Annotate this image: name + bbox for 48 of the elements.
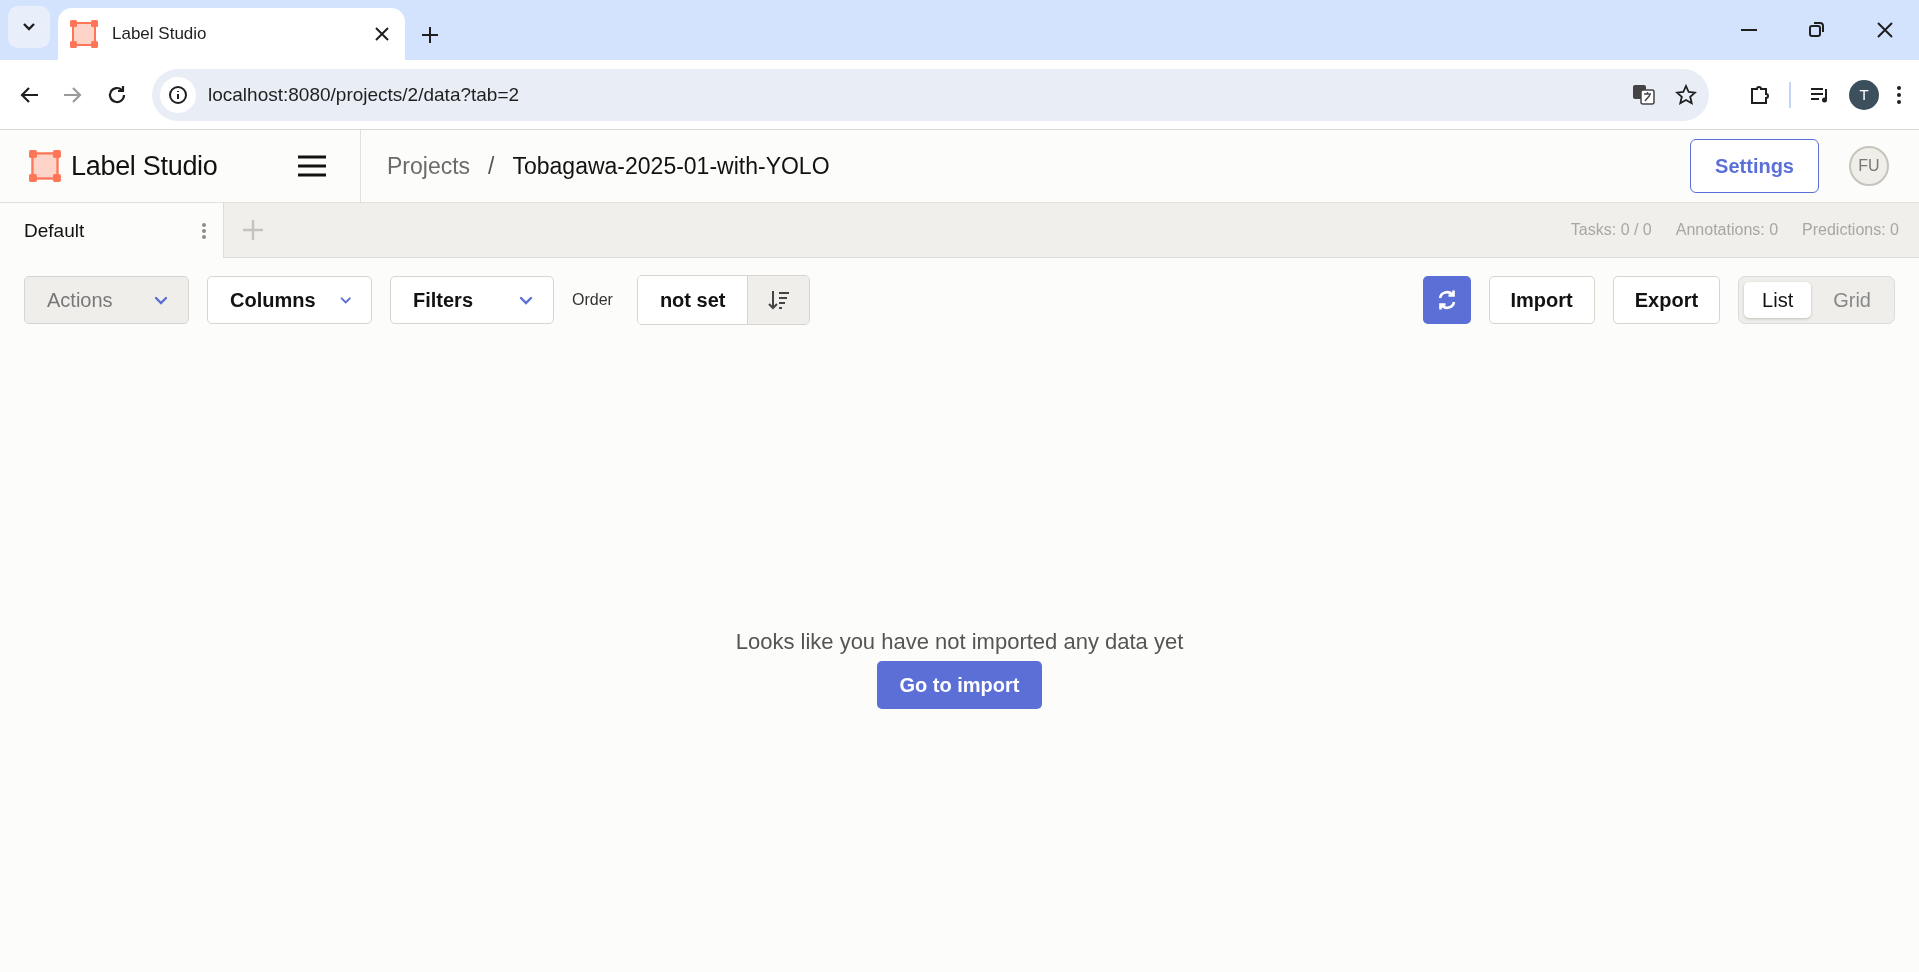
- filters-dropdown[interactable]: Filters: [390, 276, 554, 324]
- order-label: Order: [572, 291, 613, 309]
- close-icon: [1875, 20, 1895, 40]
- empty-state-message: Looks like you have not imported any data yet: [735, 629, 1184, 655]
- user-avatar[interactable]: FU: [1849, 146, 1889, 186]
- label-studio-logo-icon: [70, 20, 98, 48]
- chevron-down-icon: [519, 294, 533, 306]
- reload-icon: [106, 83, 128, 106]
- app-logo-text: Label Studio: [71, 150, 218, 182]
- close-icon: [375, 27, 389, 41]
- info-icon: [168, 84, 188, 105]
- view-mode-option[interactable]: List: [1744, 282, 1812, 318]
- translate-icon: [1632, 83, 1655, 106]
- star-icon: [1675, 83, 1697, 106]
- hamburger-menu-icon: [298, 155, 326, 177]
- address-bar[interactable]: localhost:8080/projects/2/data?tab=2: [152, 68, 1709, 121]
- more-vertical-icon: [1897, 85, 1901, 104]
- url-text: localhost:8080/projects/2/data?tab=2: [208, 83, 521, 106]
- export-button[interactable]: Export: [1612, 276, 1721, 324]
- go-to-import-button[interactable]: Go to import: [876, 661, 1043, 709]
- plus-icon: [421, 26, 439, 44]
- browser-tab[interactable]: Label Studio: [58, 8, 405, 60]
- stat-text: Predictions: 0: [1802, 221, 1899, 239]
- settings-button[interactable]: Settings: [1690, 139, 1819, 193]
- stat-text: Tasks: 0 / 0: [1570, 221, 1652, 239]
- minimize-icon: [1741, 29, 1757, 31]
- more-vertical-icon: [201, 221, 207, 240]
- columns-dropdown[interactable]: Columns: [207, 276, 372, 324]
- puzzle-icon: [1749, 83, 1771, 106]
- stat-text: Annotations: 0: [1675, 221, 1779, 239]
- view-mode-toggle[interactable]: List Grid: [1738, 276, 1895, 324]
- breadcrumb-current: Tobagawa-2025-01-with-YOLO: [512, 152, 830, 180]
- chevron-down-icon: [22, 22, 36, 32]
- chevron-down-icon: [339, 294, 351, 306]
- profile-avatar[interactable]: T: [1849, 79, 1879, 110]
- view-tab[interactable]: Default: [0, 203, 224, 258]
- refresh-button[interactable]: [1422, 276, 1471, 324]
- plus-icon: [242, 219, 264, 241]
- tab-title: Label Studio: [112, 24, 208, 44]
- import-button[interactable]: Import: [1488, 276, 1595, 324]
- sort-icon: [767, 289, 790, 311]
- breadcrumb-link[interactable]: Projects: [387, 152, 471, 180]
- site-info-button[interactable]: [160, 76, 196, 113]
- breadcrumb-separator: /: [488, 152, 495, 180]
- label-studio-logo-icon: [29, 150, 61, 182]
- restore-icon: [1807, 20, 1827, 40]
- sort-direction-button[interactable]: [747, 276, 810, 324]
- chevron-down-icon: [154, 294, 168, 306]
